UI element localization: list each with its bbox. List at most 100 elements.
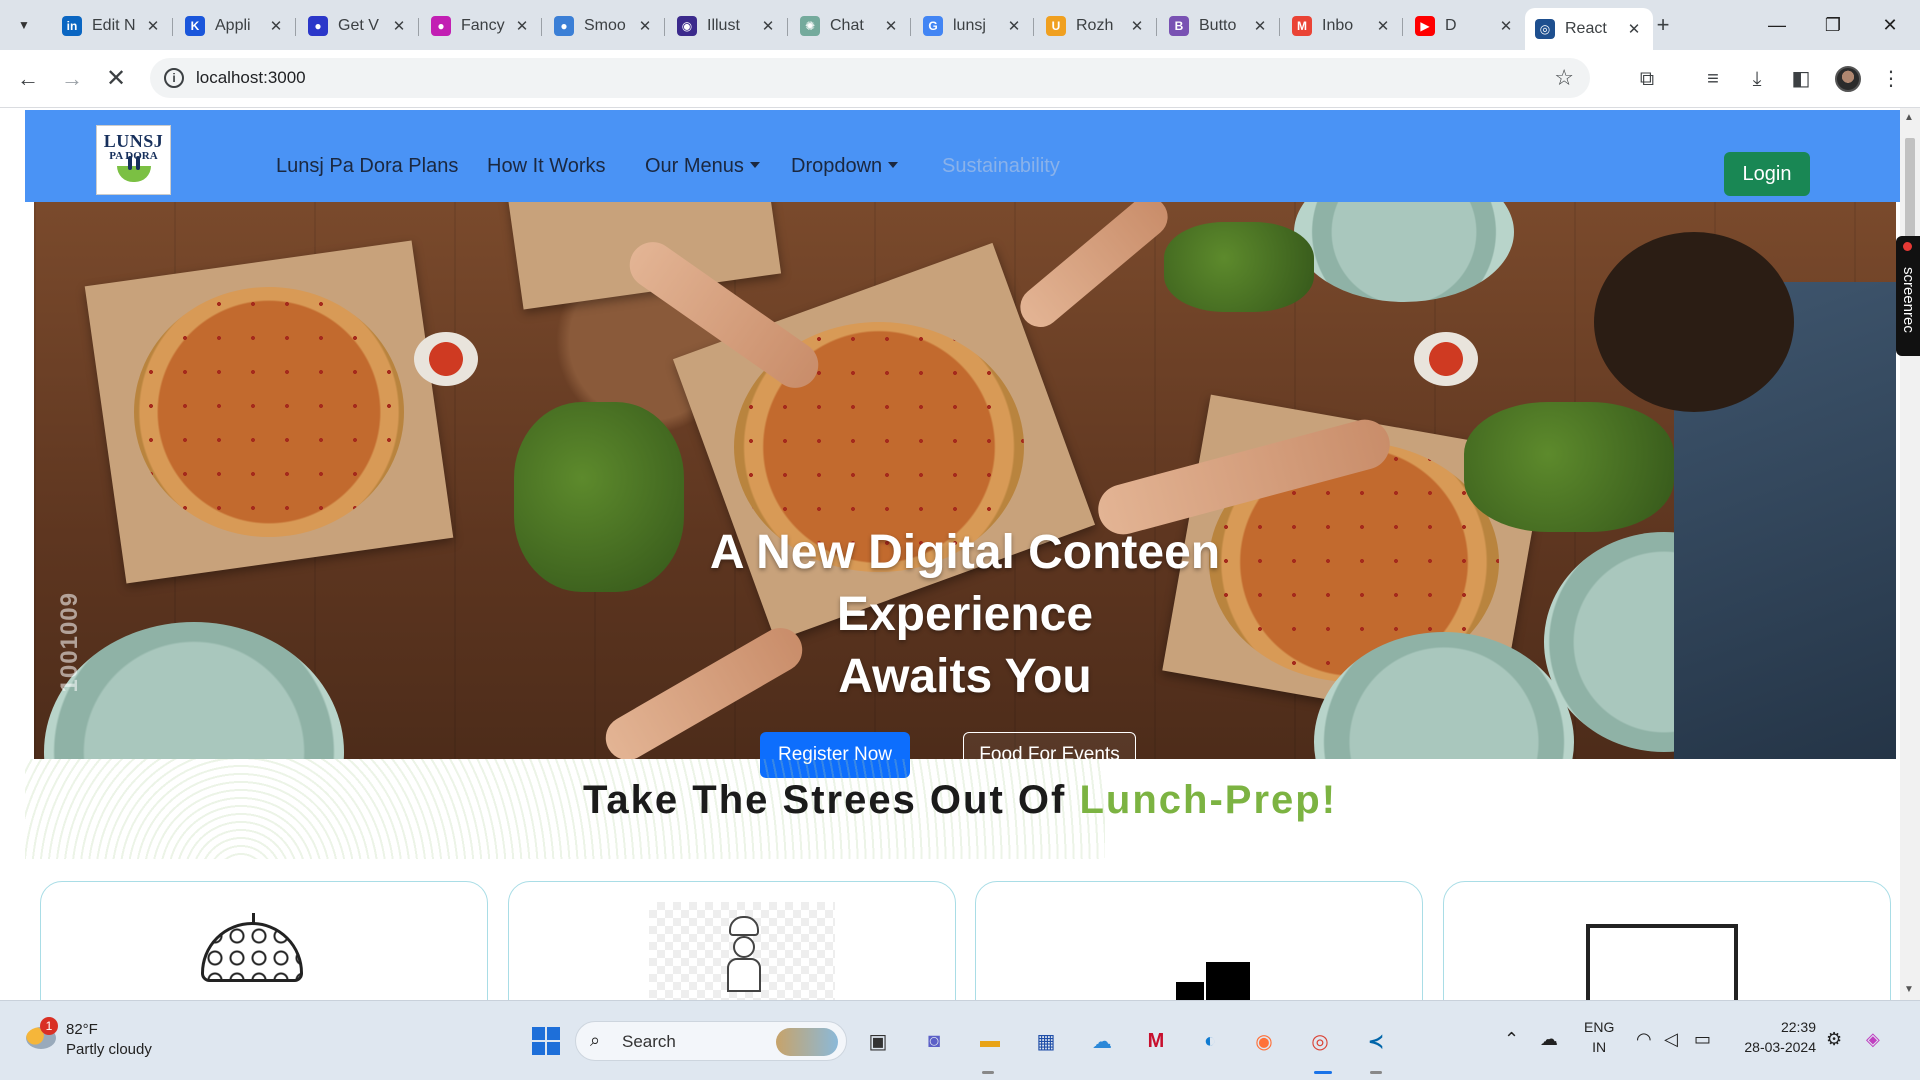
close-tab-icon[interactable]: ✕	[144, 17, 162, 35]
browser-tab[interactable]: ◉ Illust ✕	[667, 8, 788, 44]
download-icon[interactable]: ⤓	[1742, 64, 1772, 94]
tab-title: Butto	[1199, 17, 1237, 34]
chef-illustration	[649, 902, 835, 1000]
windows-taskbar: 1 82°F Partly cloudy ⌕ Search ▣ ◙ ▬ ▦ ☁ …	[0, 1000, 1920, 1080]
feature-card[interactable]	[975, 881, 1423, 1000]
close-tab-icon[interactable]: ✕	[1251, 17, 1269, 35]
nav-link-sustainability[interactable]: Sustainability	[942, 155, 1060, 177]
tab-title: React	[1565, 20, 1607, 37]
browser-tab[interactable]: ◎ React ✕	[1525, 8, 1653, 50]
vscode-icon[interactable]: ≺	[1358, 1023, 1394, 1059]
taskbar-search-box[interactable]: ⌕ Search	[575, 1021, 847, 1061]
tab-title: Edit N	[92, 17, 136, 34]
section-title: Take The Strees Out Of Lunch-Prep!	[0, 778, 1920, 823]
system-clock[interactable]: 22:39 28-03-2024	[1736, 1017, 1816, 1057]
site-info-icon[interactable]: i	[164, 68, 184, 88]
close-tab-icon[interactable]: ✕	[1625, 20, 1643, 38]
file-explorer-icon[interactable]: ▬	[972, 1023, 1008, 1059]
media-control-icon[interactable]: ≡	[1698, 64, 1728, 94]
browser-tab[interactable]: ✺ Chat ✕	[790, 8, 911, 44]
scroll-down-arrow-icon[interactable]: ▼	[1904, 984, 1914, 995]
browser-tab[interactable]: B Butto ✕	[1159, 8, 1280, 44]
sauce-bowl-image	[414, 332, 478, 386]
close-window-icon[interactable]: ✕	[1870, 10, 1910, 40]
chrome-icon[interactable]: ◎	[1302, 1023, 1338, 1059]
browser-tab[interactable]: in Edit N ✕	[52, 8, 173, 44]
feature-card[interactable]	[1443, 881, 1891, 1000]
bookmark-star-icon[interactable]: ☆	[1554, 65, 1574, 91]
profile-avatar[interactable]	[1835, 66, 1861, 92]
chef-icon	[719, 916, 769, 992]
nav-link-plans[interactable]: Lunsj Pa Dora Plans	[276, 155, 458, 177]
linkedin-icon: in	[62, 16, 82, 36]
minimize-icon[interactable]: —	[1757, 10, 1797, 40]
mcafee-icon[interactable]: M	[1138, 1023, 1174, 1059]
language-line1: ENG	[1584, 1019, 1615, 1035]
volume-icon[interactable]: ◁	[1664, 1029, 1678, 1050]
browser-toolbar: ← → ✕ i localhost:3000 ☆ ⧉ ≡ ⤓ ◧ ⋮	[0, 50, 1920, 108]
feature-card[interactable]	[40, 881, 488, 1000]
onedrive-cloud-icon[interactable]: ☁	[1540, 1029, 1558, 1050]
extensions-icon[interactable]: ⧉	[1632, 64, 1662, 94]
close-tab-icon[interactable]: ✕	[636, 17, 654, 35]
nav-link-how-it-works[interactable]: How It Works	[487, 155, 606, 177]
site-logo[interactable]: LUNSJ PA DORA	[96, 125, 171, 195]
edge-browser-icon[interactable]: ◐	[1192, 1023, 1228, 1059]
image-frame-icon	[1586, 924, 1738, 1000]
close-tab-icon[interactable]: ✕	[267, 17, 285, 35]
nav-link-our-menus[interactable]: Our Menus	[645, 155, 760, 177]
close-tab-icon[interactable]: ✕	[882, 17, 900, 35]
browser-tab[interactable]: K Appli ✕	[175, 8, 296, 44]
windows-start-icon[interactable]	[528, 1023, 564, 1059]
login-button[interactable]: Login	[1724, 152, 1810, 196]
browser-tab-strip: ▼ in Edit N ✕ K Appli ✕ ● Get V ✕ ● Fancy ✕ ● Smoo ✕ ◉ I…	[0, 0, 1920, 50]
feature-card[interactable]	[508, 881, 956, 1000]
browser-tab[interactable]: U Rozh ✕	[1036, 8, 1157, 44]
close-tab-icon[interactable]: ✕	[1005, 17, 1023, 35]
nav-link-dropdown[interactable]: Dropdown	[791, 155, 899, 177]
side-panel-icon[interactable]: ◧	[1786, 64, 1816, 94]
screenrec-widget[interactable]: screenrec	[1896, 236, 1920, 356]
firefox-icon[interactable]: ◉	[1246, 1023, 1282, 1059]
copilot-icon[interactable]: ◈	[1866, 1029, 1880, 1050]
restore-icon[interactable]: ❐	[1813, 10, 1853, 40]
stop-loading-icon[interactable]: ✕	[100, 63, 132, 95]
weather-app-icon[interactable]: ☁	[1084, 1023, 1120, 1059]
scroll-up-arrow-icon[interactable]: ▲	[1904, 112, 1914, 123]
tab-title: Appli	[215, 17, 251, 34]
close-tab-icon[interactable]: ✕	[1497, 17, 1515, 35]
salad-image	[1464, 402, 1674, 532]
close-tab-icon[interactable]: ✕	[1374, 17, 1392, 35]
browser-tab[interactable]: Glunsj ✕	[913, 8, 1034, 44]
close-tab-icon[interactable]: ✕	[1128, 17, 1146, 35]
url-text[interactable]: localhost:3000	[196, 68, 306, 88]
task-view-icon[interactable]: ▣	[860, 1023, 896, 1059]
k-icon: K	[185, 16, 205, 36]
address-bar[interactable]: i localhost:3000 ☆	[150, 58, 1590, 98]
microsoft-store-icon[interactable]: ▦	[1028, 1023, 1064, 1059]
wifi-icon[interactable]: ◠	[1636, 1029, 1652, 1050]
forward-arrow-icon[interactable]: →	[56, 63, 88, 95]
show-hidden-icons-chevron-icon[interactable]: ⌃	[1504, 1029, 1519, 1050]
close-tab-icon[interactable]: ✕	[513, 17, 531, 35]
menu-kebab-icon[interactable]: ⋮	[1876, 64, 1906, 94]
teams-chat-icon[interactable]: ◙	[916, 1023, 952, 1059]
hero-title-line1: A New Digital Conteen	[709, 526, 1221, 579]
bowl-icon	[116, 156, 151, 182]
browser-tab[interactable]: ▶ D ✕	[1405, 8, 1526, 44]
hero-title-line2: Experience	[836, 588, 1094, 641]
weather-widget[interactable]: 1 82°F Partly cloudy	[20, 1015, 220, 1065]
close-tab-icon[interactable]: ✕	[759, 17, 777, 35]
back-arrow-icon[interactable]: ←	[12, 63, 44, 95]
tab-search-chevron-icon[interactable]: ▼	[10, 11, 38, 39]
battery-icon[interactable]: ▭	[1694, 1029, 1711, 1050]
hero-title-line3: Awaits You	[838, 650, 1092, 703]
browser-tab[interactable]: ● Fancy ✕	[421, 8, 542, 44]
browser-tab[interactable]: ● Smoo ✕	[544, 8, 665, 44]
browser-tab[interactable]: ● Get V ✕	[298, 8, 419, 44]
settings-gear-icon[interactable]: ⚙	[1826, 1029, 1842, 1050]
language-indicator[interactable]: ENG IN	[1584, 1017, 1614, 1057]
browser-tab[interactable]: M Inbo ✕	[1282, 8, 1403, 44]
new-tab-button[interactable]: +	[1650, 12, 1676, 38]
close-tab-icon[interactable]: ✕	[390, 17, 408, 35]
